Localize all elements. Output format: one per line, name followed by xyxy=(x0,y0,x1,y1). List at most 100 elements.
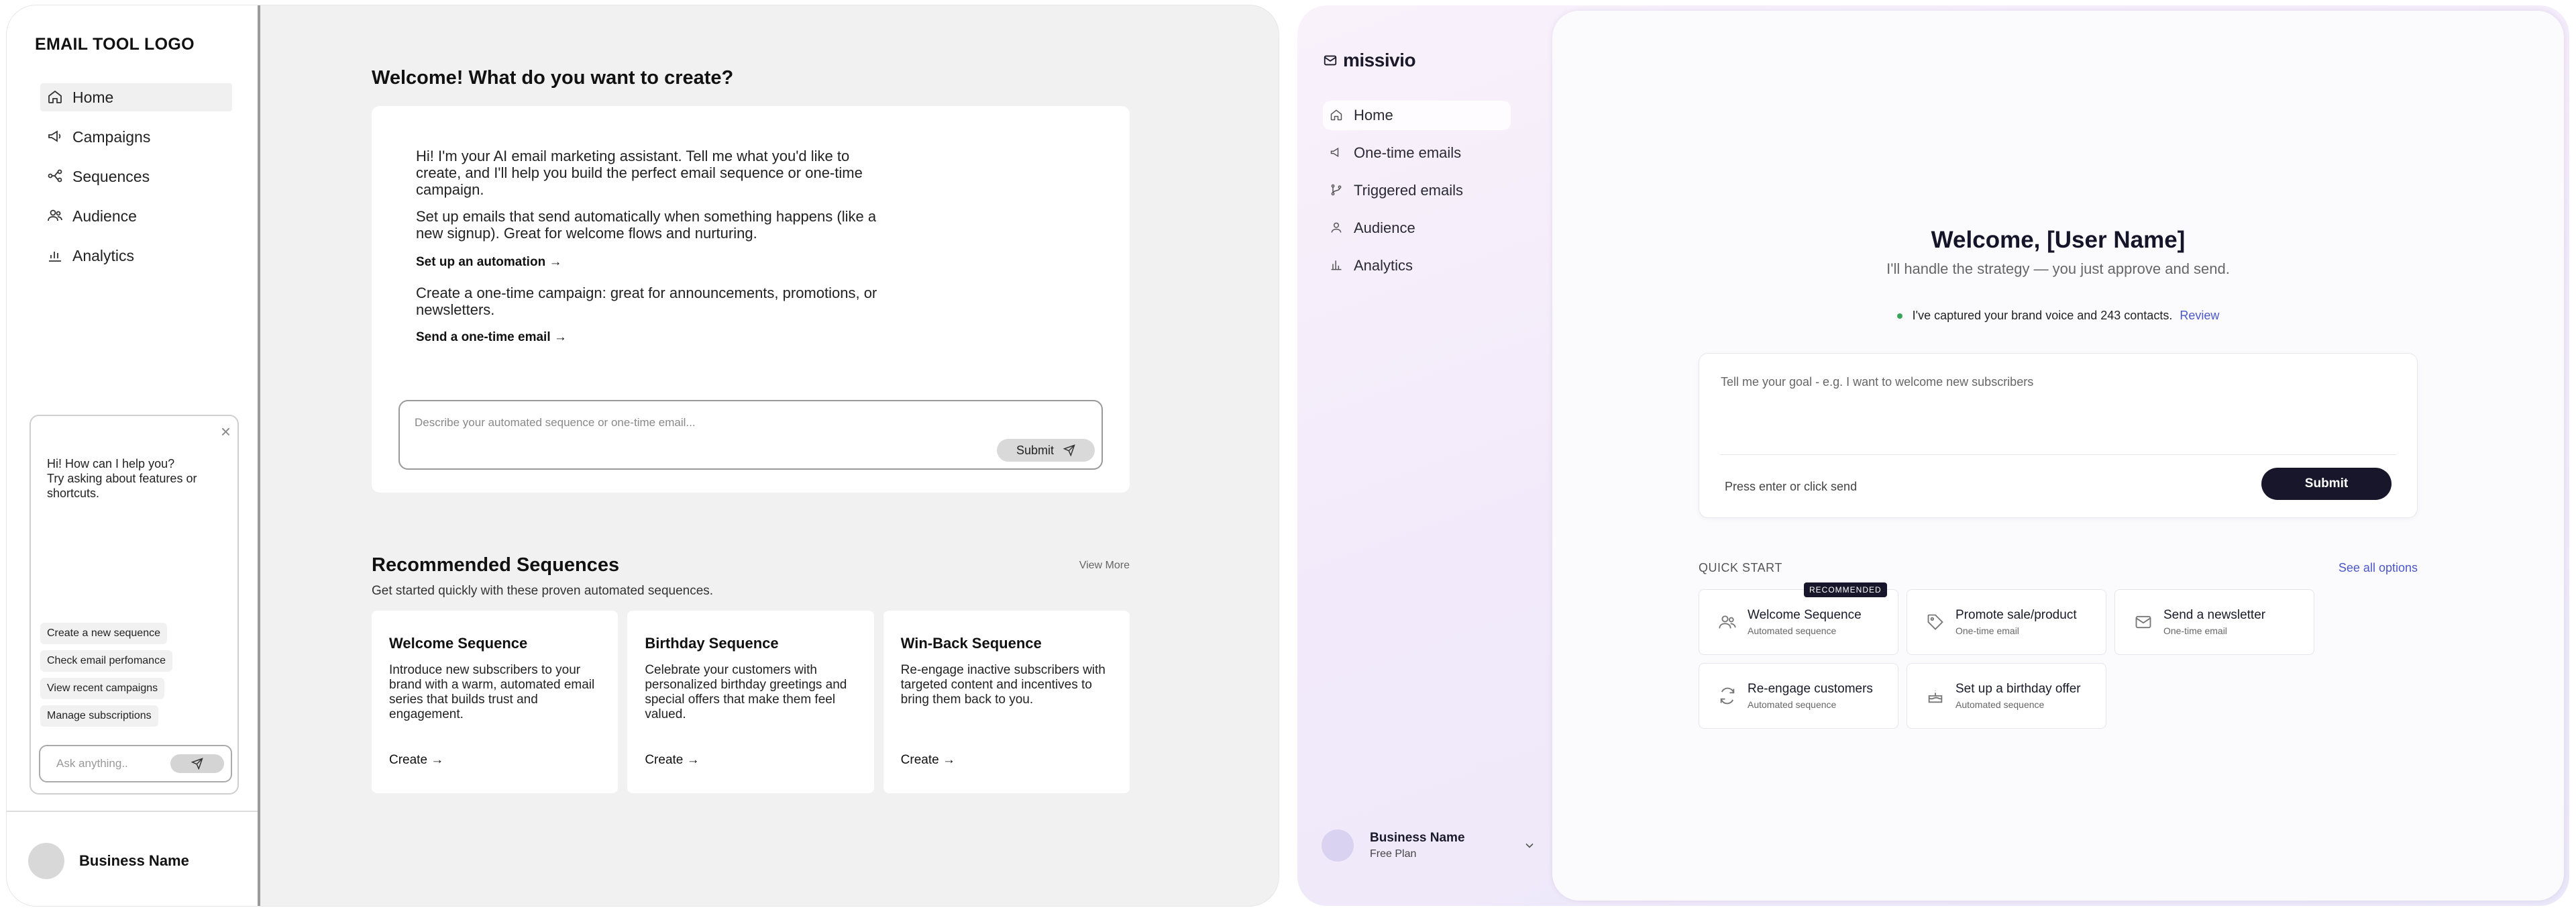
prompt-input[interactable] xyxy=(415,416,951,429)
quick-start-label: QUICK START xyxy=(1699,561,1782,574)
card-description: Celebrate your customers with personaliz… xyxy=(645,663,847,721)
sidebar-item-label: Audience xyxy=(72,207,137,225)
chat-send-button[interactable] xyxy=(170,754,224,773)
sidebar: EMAIL TOOL LOGO Home Campaigns Sequences xyxy=(7,5,260,906)
quick-start-card-welcome[interactable]: RECOMMENDED Welcome Sequence Automated s… xyxy=(1699,582,1898,655)
card-subtitle: Automated sequence xyxy=(1748,625,1837,636)
card-subtitle: One-time email xyxy=(1955,625,2019,636)
home-icon xyxy=(1330,108,1344,123)
suggestion-chip[interactable]: Check email perfomance xyxy=(40,650,172,672)
sidebar-item-analytics[interactable]: Analytics xyxy=(40,242,232,270)
prompt-box: Press enter or click send Submit xyxy=(1699,353,2418,518)
chat-greeting-line1: Hi! How can I help you? xyxy=(47,457,175,470)
prompt-input-box: Submit xyxy=(398,400,1103,470)
sidebar-item-home[interactable]: Home xyxy=(1323,101,1511,130)
sidebar-item-analytics[interactable]: Analytics xyxy=(1323,251,1511,280)
create-link[interactable]: Create → xyxy=(389,753,443,768)
main-content: Welcome, [User Name] I'll handle the str… xyxy=(1552,11,2564,901)
assistant-intro: Hi! I'm your AI email marketing assistan… xyxy=(416,148,863,198)
chevron-down-icon[interactable] xyxy=(1523,839,1536,852)
sidebar-item-label: Triggered emails xyxy=(1354,182,1464,199)
sidebar-item-label: Home xyxy=(72,88,114,106)
status-text: I've captured your brand voice and 243 c… xyxy=(1912,309,2173,322)
assistant-chat-widget: × Hi! How can I help you? Try asking abo… xyxy=(30,415,239,795)
chat-input-box xyxy=(39,745,232,782)
view-more-link[interactable]: View More xyxy=(1079,560,1130,572)
card-subtitle: Automated sequence xyxy=(1955,699,2045,710)
onetime-link[interactable]: Send a one-time email → xyxy=(416,330,567,345)
goal-input[interactable] xyxy=(1721,375,2392,429)
card-title: Promote sale/product xyxy=(1955,608,2077,622)
sidebar-item-sequences[interactable]: Sequences xyxy=(40,162,232,191)
create-link[interactable]: Create → xyxy=(645,753,699,768)
create-link[interactable]: Create → xyxy=(901,753,955,768)
status-dot xyxy=(1896,313,1902,319)
sidebar-item-audience[interactable]: Audience xyxy=(40,202,232,230)
right-app-panel: missivio Home One-time emails Triggered … xyxy=(1297,5,2569,906)
sidebar-item-label: Campaigns xyxy=(72,128,151,146)
chat-greeting-line2: Try asking about features or shortcuts. xyxy=(47,472,197,500)
mail-icon xyxy=(1324,55,1337,66)
sequence-card: Birthday Sequence Celebrate your custome… xyxy=(627,611,874,793)
sidebar-item-campaigns[interactable]: Campaigns xyxy=(40,123,232,151)
sidebar-item-triggered-emails[interactable]: Triggered emails xyxy=(1323,176,1511,205)
users-icon xyxy=(47,207,64,225)
submit-button[interactable]: Submit xyxy=(997,439,1095,462)
sidebar-item-label: One-time emails xyxy=(1354,144,1462,161)
quick-start-card-promote[interactable]: Promote sale/product One-time email xyxy=(1907,589,2106,655)
page-title: Welcome, [User Name] xyxy=(1931,227,2186,253)
chat-greeting: Hi! How can I help you? Try asking about… xyxy=(47,456,221,501)
divider xyxy=(1721,454,2396,455)
quick-start-card-birthday[interactable]: Set up a birthday offer Automated sequen… xyxy=(1907,663,2106,729)
submit-label: Submit xyxy=(1016,443,1055,457)
suggestion-chip[interactable]: Manage subscriptions xyxy=(40,705,158,727)
business-name: Business Name xyxy=(79,852,189,869)
quick-start-card-reengage[interactable]: Re-engage customers Automated sequence xyxy=(1699,663,1898,729)
card-title: Win-Back Sequence xyxy=(900,635,1042,652)
chat-input[interactable] xyxy=(56,757,170,770)
card-description: Re-engage inactive subscribers with targ… xyxy=(900,663,1106,707)
cake-icon xyxy=(1926,686,1945,705)
review-link[interactable]: Review xyxy=(2180,309,2219,322)
quick-start-card-newsletter[interactable]: Send a newsletter One-time email xyxy=(2114,589,2314,655)
user-profile[interactable]: Business Name xyxy=(7,811,258,906)
prompt-hint: Press enter or click send xyxy=(1725,480,1858,493)
card-subtitle: One-time email xyxy=(2163,625,2227,636)
recommended-badge: RECOMMENDED xyxy=(1804,582,1887,597)
sidebar-item-home[interactable]: Home xyxy=(40,83,232,111)
card-description: Introduce new subscribers to your brand … xyxy=(389,663,595,721)
left-app-panel: EMAIL TOOL LOGO Home Campaigns Sequences xyxy=(7,5,1279,906)
avatar xyxy=(28,843,64,879)
sequence-card: Win-Back Sequence Re-engage inactive sub… xyxy=(883,611,1130,793)
user-profile[interactable]: Business Name Free Plan xyxy=(1322,825,1536,866)
refresh-icon xyxy=(1718,686,1737,705)
user-icon xyxy=(1330,221,1344,236)
tagline: I'll handle the strategy — you just appr… xyxy=(1886,260,2230,277)
card-title: Welcome Sequence xyxy=(389,635,528,652)
sidebar-item-label: Home xyxy=(1354,107,1393,123)
sidebar-item-label: Analytics xyxy=(1354,257,1413,274)
bar-chart-icon xyxy=(47,247,64,264)
sidebar-item-audience[interactable]: Audience xyxy=(1323,213,1511,243)
sidebar-item-one-time-emails[interactable]: One-time emails xyxy=(1323,138,1511,168)
tag-icon xyxy=(1926,613,1945,631)
sequence-card: Welcome Sequence Introduce new subscribe… xyxy=(372,611,619,793)
sequence-icon xyxy=(47,168,64,185)
suggestion-chip[interactable]: View recent campaigns xyxy=(40,678,165,699)
send-icon xyxy=(1063,444,1075,456)
submit-button[interactable]: Submit xyxy=(2261,468,2392,500)
card-title: Send a newsletter xyxy=(2163,608,2266,622)
brand-status: I've captured your brand voice and 243 c… xyxy=(1552,309,2564,323)
automation-link[interactable]: Set up an automation → xyxy=(416,255,561,270)
card-title: Welcome Sequence xyxy=(1748,608,1862,622)
recommended-cards: Welcome Sequence Introduce new subscribe… xyxy=(372,611,1130,793)
see-all-options-link[interactable]: See all options xyxy=(2339,561,2418,575)
user-info: Business Name Free Plan xyxy=(1370,831,1465,860)
recommended-subtitle: Get started quickly with these proven au… xyxy=(372,584,714,598)
avatar xyxy=(1322,829,1354,862)
app-logo: missivio xyxy=(1323,50,1416,71)
close-icon[interactable]: × xyxy=(221,421,231,442)
suggestion-chip[interactable]: Create a new sequence xyxy=(40,623,167,644)
sidebar-item-label: Analytics xyxy=(72,246,135,264)
recommended-title: Recommended Sequences xyxy=(372,554,620,576)
